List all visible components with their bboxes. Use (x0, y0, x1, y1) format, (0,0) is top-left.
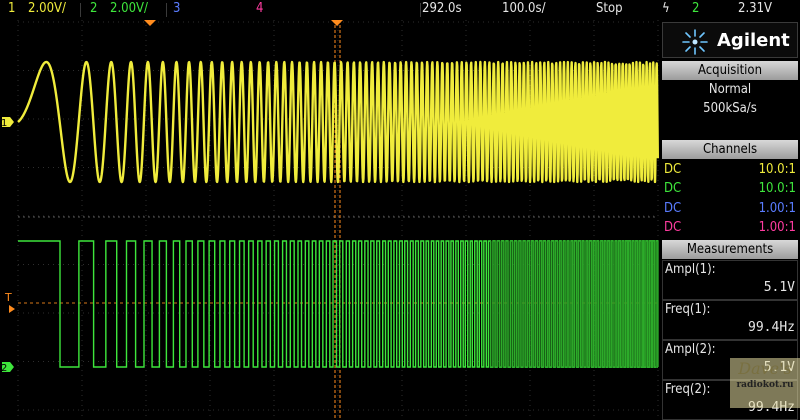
ch3-probe: 1.00:1 (758, 201, 796, 216)
acquisition-header[interactable]: Acquisition (662, 61, 798, 80)
channel-row-2[interactable]: DC 10.0:1 (664, 180, 796, 198)
ch3-coupling: DC (664, 201, 682, 216)
side-panel: Agilent Acquisition Normal 500kSa/s Chan… (660, 20, 800, 420)
channel-row-1[interactable]: DC 10.0:1 (664, 161, 796, 179)
time-offset[interactable]: 292.0s (422, 1, 462, 16)
time-scale[interactable]: 100.0s/ (502, 1, 546, 16)
trigger-level-marker (9, 305, 15, 313)
measurement-value: 99.4Hz (748, 320, 795, 335)
ch2-ground-marker-label: 2 (1, 363, 7, 374)
channel-row-4[interactable]: DC 1.00:1 (664, 219, 796, 237)
brand-box: Agilent (662, 22, 798, 58)
status-bar: 1 2.00V/ 2 2.00V/ 3 4 292.0s 100.0s/ Sto… (0, 0, 800, 20)
ch2-coupling: DC (664, 181, 682, 196)
run-state[interactable]: Stop (596, 1, 623, 16)
trigger-level-label: T (4, 291, 12, 304)
ch4-number[interactable]: 4 (256, 1, 263, 16)
channels-header[interactable]: Channels (662, 140, 798, 159)
ch1-scale[interactable]: 2.00V/ (28, 1, 66, 16)
brand-name: Agilent (717, 30, 790, 51)
ch4-probe: 1.00:1 (758, 220, 796, 235)
ch2-dense-region (490, 241, 658, 367)
waveform-canvas: 1 2 T (1, 20, 659, 420)
ch2-number[interactable]: 2 (90, 1, 97, 16)
measurement-freq1[interactable]: Freq(1): 99.4Hz (662, 300, 798, 340)
ch2-probe: 10.0:1 (758, 181, 796, 196)
ch2-waveform (18, 240, 659, 368)
ch3-number[interactable]: 3 (173, 1, 180, 16)
ch1-probe: 10.0:1 (758, 162, 796, 177)
measurement-label: Freq(1): (665, 302, 711, 317)
measurement-label: Ampl(2): (665, 342, 716, 357)
trigger-edge-icon: ϟ (662, 1, 670, 16)
measurement-ampl1[interactable]: Ampl(1): 5.1V (662, 260, 798, 300)
sample-rate: 500kSa/s (703, 101, 757, 116)
watermark-site: radiokot.ru (736, 380, 794, 390)
ch1-ground-marker-label: 1 (1, 118, 7, 129)
trigger-position-marker (331, 20, 343, 26)
measurements-header[interactable]: Measurements (662, 240, 798, 259)
trigger-level[interactable]: 2.31V (738, 1, 772, 16)
watermark-signature: Dave's (738, 359, 792, 378)
measurement-value: 5.1V (763, 280, 795, 295)
ch2-scale[interactable]: 2.00V/ (110, 1, 148, 16)
waveform-display[interactable]: 1 2 T (0, 20, 660, 420)
watermark: Dave's radiokot.ru (730, 358, 800, 408)
agilent-spark-icon (682, 29, 708, 55)
channel-row-3[interactable]: DC 1.00:1 (664, 200, 796, 218)
ch4-coupling: DC (664, 220, 682, 235)
trigger-channel[interactable]: 2 (692, 1, 699, 16)
ch1-number[interactable]: 1 (8, 1, 15, 16)
measurement-label: Ampl(1): (665, 262, 716, 277)
ch1-coupling: DC (664, 162, 682, 177)
acquisition-mode: Normal (708, 82, 752, 97)
